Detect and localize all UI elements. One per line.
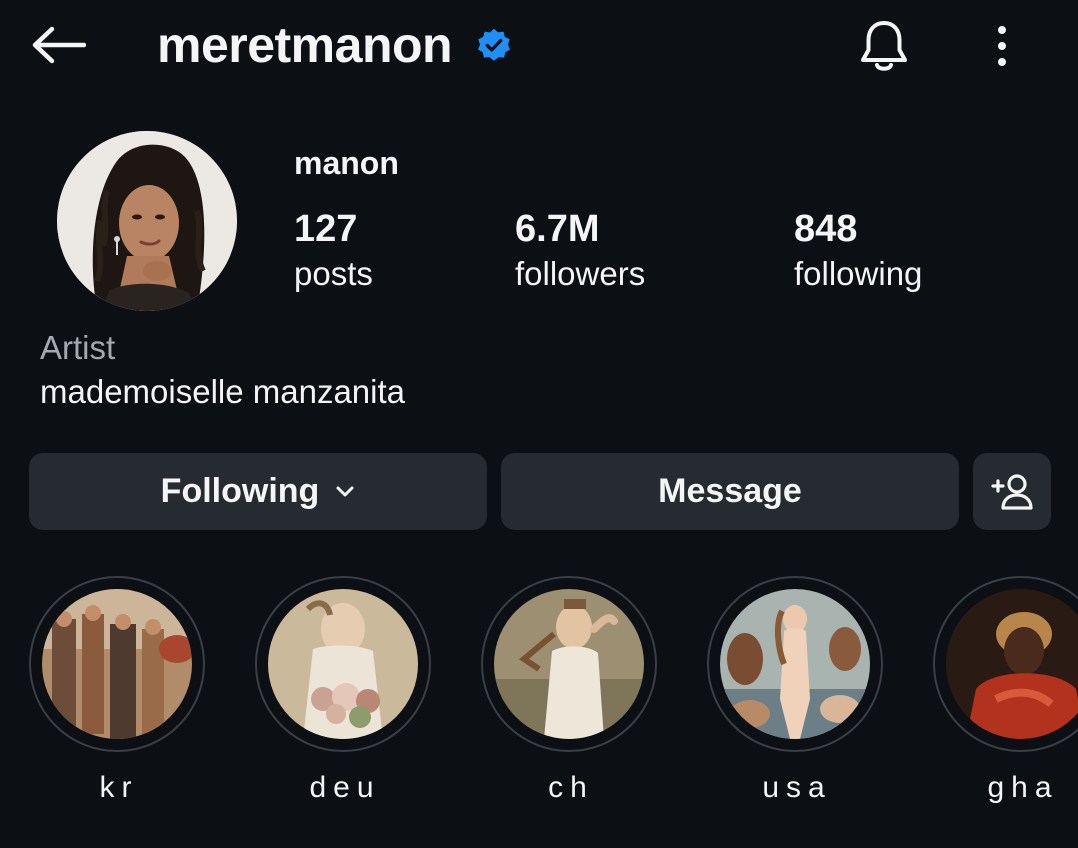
display-name: manon bbox=[294, 145, 399, 181]
posts-count: 127 bbox=[294, 208, 358, 250]
highlight-cover bbox=[494, 589, 644, 739]
username-text: meretmanon bbox=[157, 17, 453, 73]
highlight-cover bbox=[720, 589, 870, 739]
profile-bio: mademoiselle manzanita bbox=[40, 373, 406, 410]
highlight-cover bbox=[42, 589, 192, 739]
highlight-cover bbox=[268, 589, 418, 739]
highlight-label: deu bbox=[309, 771, 381, 804]
following-button[interactable]: Following bbox=[29, 453, 487, 530]
highlight-item[interactable]: gha bbox=[933, 576, 1078, 806]
highlight-item[interactable]: ch bbox=[481, 576, 661, 806]
highlight-cover bbox=[946, 589, 1078, 739]
stat-followers[interactable]: 6.7M followers bbox=[515, 206, 645, 296]
profile-category: Artist bbox=[40, 329, 116, 366]
message-button-label: Message bbox=[658, 472, 802, 510]
highlight-label: usa bbox=[762, 771, 832, 804]
add-user-button[interactable] bbox=[973, 453, 1051, 530]
highlight-label: ch bbox=[548, 771, 594, 804]
message-button[interactable]: Message bbox=[501, 453, 959, 530]
stat-posts[interactable]: 127 posts bbox=[294, 206, 373, 296]
highlight-item[interactable]: kr bbox=[29, 576, 209, 806]
stat-following[interactable]: 848 following bbox=[794, 206, 922, 296]
following-button-label: Following bbox=[160, 472, 320, 510]
chevron-down-icon bbox=[335, 485, 355, 499]
more-options-button[interactable] bbox=[982, 18, 1022, 74]
posts-label: posts bbox=[294, 255, 373, 292]
highlight-ring bbox=[29, 576, 205, 752]
profile-avatar[interactable] bbox=[57, 131, 237, 311]
back-button[interactable] bbox=[28, 22, 88, 68]
notifications-button[interactable] bbox=[852, 16, 916, 76]
bell-icon bbox=[861, 21, 907, 71]
following-count: 848 bbox=[794, 208, 858, 250]
highlight-ring bbox=[481, 576, 657, 752]
highlight-ring bbox=[707, 576, 883, 752]
more-vertical-icon bbox=[998, 26, 1006, 66]
verified-badge-icon bbox=[476, 27, 512, 63]
highlight-label: kr bbox=[99, 771, 139, 804]
highlight-ring bbox=[933, 576, 1078, 752]
highlight-label: gha bbox=[987, 771, 1059, 804]
profile-username-header: meretmanon bbox=[157, 14, 512, 76]
following-label: following bbox=[794, 255, 923, 292]
followers-count: 6.7M bbox=[515, 208, 600, 250]
add-user-icon bbox=[991, 473, 1033, 510]
followers-label: followers bbox=[515, 255, 646, 292]
arrow-left-icon bbox=[32, 26, 86, 64]
highlight-item[interactable]: deu bbox=[255, 576, 435, 806]
highlight-item[interactable]: usa bbox=[707, 576, 887, 806]
highlight-ring bbox=[255, 576, 431, 752]
